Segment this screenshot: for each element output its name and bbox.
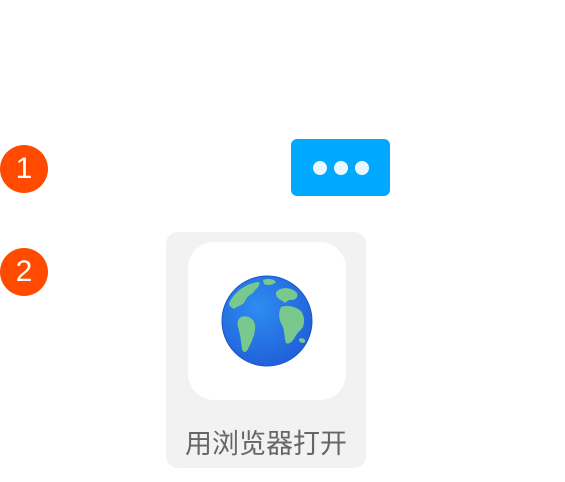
step-number-badge: 2 (0, 248, 48, 296)
ellipsis-icon (312, 160, 327, 175)
step-number-badge: 1 (0, 145, 48, 193)
more-options-button[interactable] (291, 139, 390, 196)
browser-app-icon (188, 242, 346, 400)
open-in-browser-label: 用浏览器打开 (185, 429, 347, 460)
globe-icon (221, 275, 313, 367)
ellipsis-icon (354, 160, 369, 175)
ellipsis-icon (333, 160, 348, 175)
open-in-browser-option[interactable]: 用浏览器打开 (166, 232, 366, 468)
